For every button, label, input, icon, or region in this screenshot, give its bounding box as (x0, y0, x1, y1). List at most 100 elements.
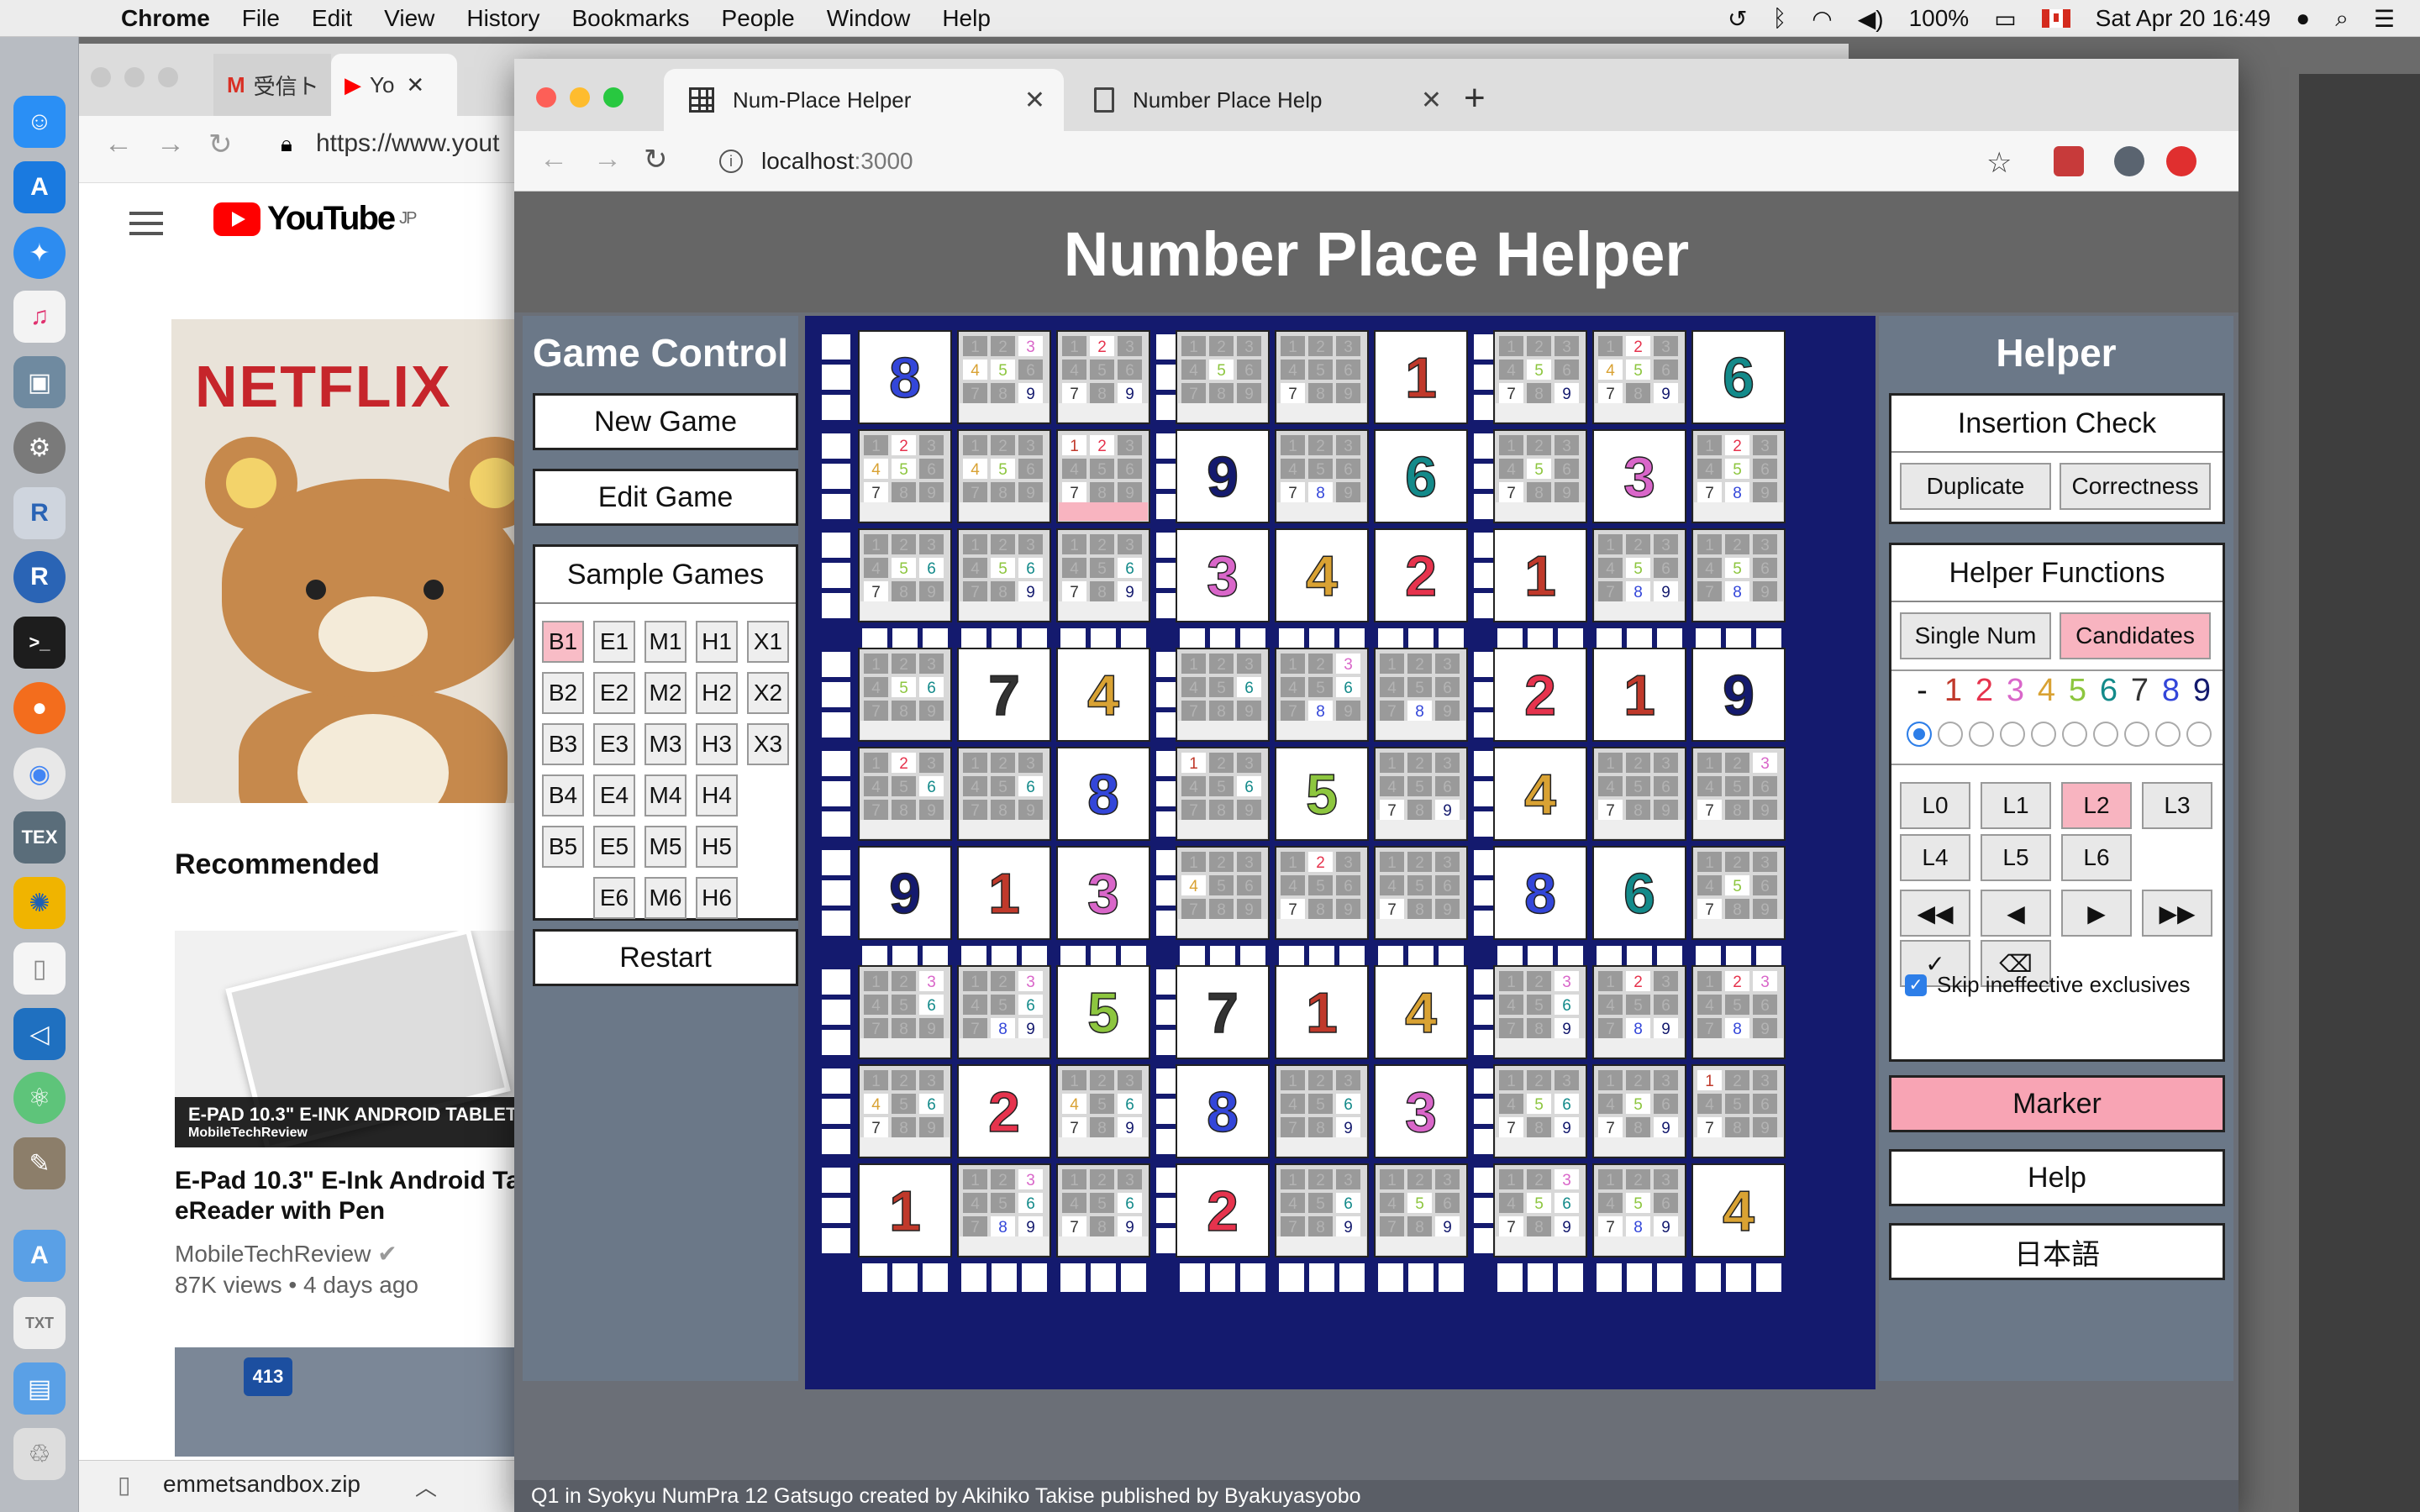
board-cell[interactable]: 1 2 34 5 67 8 9 (1592, 330, 1686, 424)
new-tab-icon[interactable]: + (1464, 77, 1486, 119)
board-cell[interactable]: 1 2 34 5 67 8 9 (1592, 747, 1686, 841)
col-marker[interactable] (1279, 1263, 1304, 1292)
col-marker[interactable] (1627, 1263, 1652, 1292)
board-cell[interactable]: 8 (1176, 1064, 1270, 1158)
board-cell[interactable]: 1 2 34 5 67 8 9 (957, 528, 1051, 622)
board-cell[interactable]: 1 2 34 5 67 8 9 (1275, 1163, 1369, 1257)
row-marker[interactable] (822, 1068, 850, 1094)
board-cell[interactable]: 3 (1374, 1064, 1468, 1158)
candidates-button[interactable]: Candidates (2060, 612, 2211, 659)
maximize-icon[interactable] (158, 67, 178, 87)
board-cell[interactable]: 1 (858, 1163, 952, 1257)
sample-game-b3[interactable]: B3 (542, 723, 584, 765)
board-cell[interactable]: 4 (1493, 747, 1587, 841)
row-marker[interactable] (822, 533, 850, 558)
board-cell[interactable]: 1 2 34 5 67 8 9 (1592, 965, 1686, 1059)
board-cell[interactable]: 4 (1374, 965, 1468, 1059)
col-marker[interactable] (1756, 1263, 1781, 1292)
board-cell[interactable]: 6 (1691, 330, 1786, 424)
col-marker[interactable] (1091, 1263, 1116, 1292)
firefox-icon[interactable]: ● (13, 682, 66, 734)
video-channel[interactable]: MobileTechReview ✔ (175, 1240, 397, 1268)
col-marker[interactable] (1240, 1263, 1265, 1292)
atom-icon[interactable]: ⚛ (13, 1072, 66, 1124)
board-cell[interactable]: 1 2 34 5 67 8 9 (957, 747, 1051, 841)
row-marker[interactable] (822, 365, 850, 390)
r-icon[interactable]: R (13, 551, 66, 603)
board-cell[interactable]: 1 2 34 5 67 8 9 (1275, 330, 1369, 424)
download-filename[interactable]: emmetsandbox.zip (163, 1471, 360, 1498)
app-store-icon[interactable]: A (13, 161, 66, 213)
sample-game-x2[interactable]: X2 (747, 672, 789, 714)
board-cell[interactable]: 1 2 34 5 67 8 9 (858, 747, 952, 841)
row-marker[interactable] (822, 1198, 850, 1223)
board-cell[interactable]: 1 (1592, 648, 1686, 742)
board-cell[interactable]: 1 2 34 5 67 8 9 (1056, 528, 1150, 622)
col-marker[interactable] (1528, 1263, 1553, 1292)
spotlight-icon[interactable]: ⌕ (2335, 5, 2349, 33)
board-cell[interactable]: 1 2 34 5 67 8 9 (1493, 429, 1587, 523)
chrome-icon[interactable]: ◉ (13, 748, 66, 800)
col-marker[interactable] (1558, 1263, 1583, 1292)
board-cell[interactable]: 1 2 34 5 67 8 9 (1592, 528, 1686, 622)
digit-radio[interactable] (2186, 722, 2212, 747)
board-cell[interactable]: 1 (1493, 528, 1587, 622)
row-marker[interactable] (822, 969, 850, 995)
digit-radio[interactable] (2093, 722, 2118, 747)
board-cell[interactable]: 1 2 34 5 67 8 9 (1176, 846, 1270, 940)
board-cell[interactable]: 3 (1592, 429, 1686, 523)
bg-tab-youtube[interactable]: ▶ Yo ✕ (331, 54, 457, 116)
sample-game-b4[interactable]: B4 (542, 774, 584, 816)
board-cell[interactable]: 1 2 34 5 67 8 9 (1374, 1163, 1468, 1257)
edit-game-button[interactable]: Edit Game (533, 469, 798, 526)
applications-folder-icon[interactable]: A (13, 1230, 66, 1282)
sample-game-m6[interactable]: M6 (644, 877, 687, 919)
board-cell[interactable]: 1 2 34 5 67 8 9 (1275, 648, 1369, 742)
new-game-button[interactable]: New Game (533, 393, 798, 450)
board-cell[interactable]: 8 (1056, 747, 1150, 841)
col-marker[interactable] (1339, 1263, 1365, 1292)
board-cell[interactable]: 1 2 34 5 67 8 9 (957, 330, 1051, 424)
level-button-l6[interactable]: L6 (2061, 834, 2132, 881)
board-cell[interactable]: 6 (1592, 846, 1686, 940)
digit-radio[interactable] (2031, 722, 2056, 747)
time-machine-icon[interactable]: ↺ (1728, 5, 1747, 33)
board-cell[interactable]: 1 2 34 5 67 8 9 (957, 965, 1051, 1059)
row-marker[interactable] (822, 811, 850, 837)
close-icon[interactable] (536, 87, 556, 108)
prev-step-icon[interactable]: ◀ (1981, 890, 2051, 937)
tex-icon[interactable]: TEX (13, 811, 66, 864)
bookmark-star-icon[interactable]: ☆ (1986, 146, 2012, 180)
close-icon[interactable]: ✕ (1024, 86, 1045, 115)
bg-tab-gmail[interactable]: M 受信ト (213, 54, 331, 116)
help-button[interactable]: Help (1889, 1149, 2225, 1206)
r-studio-icon[interactable]: R (13, 487, 66, 539)
level-button-l2[interactable]: L2 (2061, 782, 2132, 829)
board-cell[interactable]: 4 (1275, 528, 1369, 622)
board-cell[interactable]: 1 2 34 5 67 8 9 (1493, 1163, 1587, 1257)
reload-icon[interactable]: ↻ (208, 128, 233, 161)
sample-game-m5[interactable]: M5 (644, 826, 687, 868)
col-marker[interactable] (1121, 1263, 1146, 1292)
board-cell[interactable]: 1 2 34 5 67 8 9 (1056, 330, 1150, 424)
sample-game-e2[interactable]: E2 (593, 672, 635, 714)
info-icon[interactable]: i (719, 150, 743, 173)
board-cell[interactable]: 2 (1374, 528, 1468, 622)
board-cell[interactable]: 1 2 34 5 67 8 9 (1176, 747, 1270, 841)
level-button-l5[interactable]: L5 (1981, 834, 2051, 881)
bluetooth-icon[interactable]: ᛒ (1772, 5, 1786, 32)
row-marker[interactable] (822, 751, 850, 776)
sample-game-b5[interactable]: B5 (542, 826, 584, 868)
row-marker[interactable] (822, 395, 850, 420)
board-cell[interactable]: 1 2 34 5 67 8 9 (1691, 747, 1786, 841)
board-cell[interactable]: 2 (957, 1064, 1051, 1158)
sample-game-h1[interactable]: H1 (696, 621, 738, 663)
row-marker[interactable] (822, 682, 850, 707)
sample-game-m3[interactable]: M3 (644, 723, 687, 765)
row-marker[interactable] (822, 334, 850, 360)
sample-game-x3[interactable]: X3 (747, 723, 789, 765)
col-marker[interactable] (1726, 1263, 1751, 1292)
level-button-l0[interactable]: L0 (1900, 782, 1970, 829)
sample-game-e6[interactable]: E6 (593, 877, 635, 919)
skip-ineffective-checkbox[interactable]: ✓ Skip ineffective exclusives (1905, 972, 2191, 998)
